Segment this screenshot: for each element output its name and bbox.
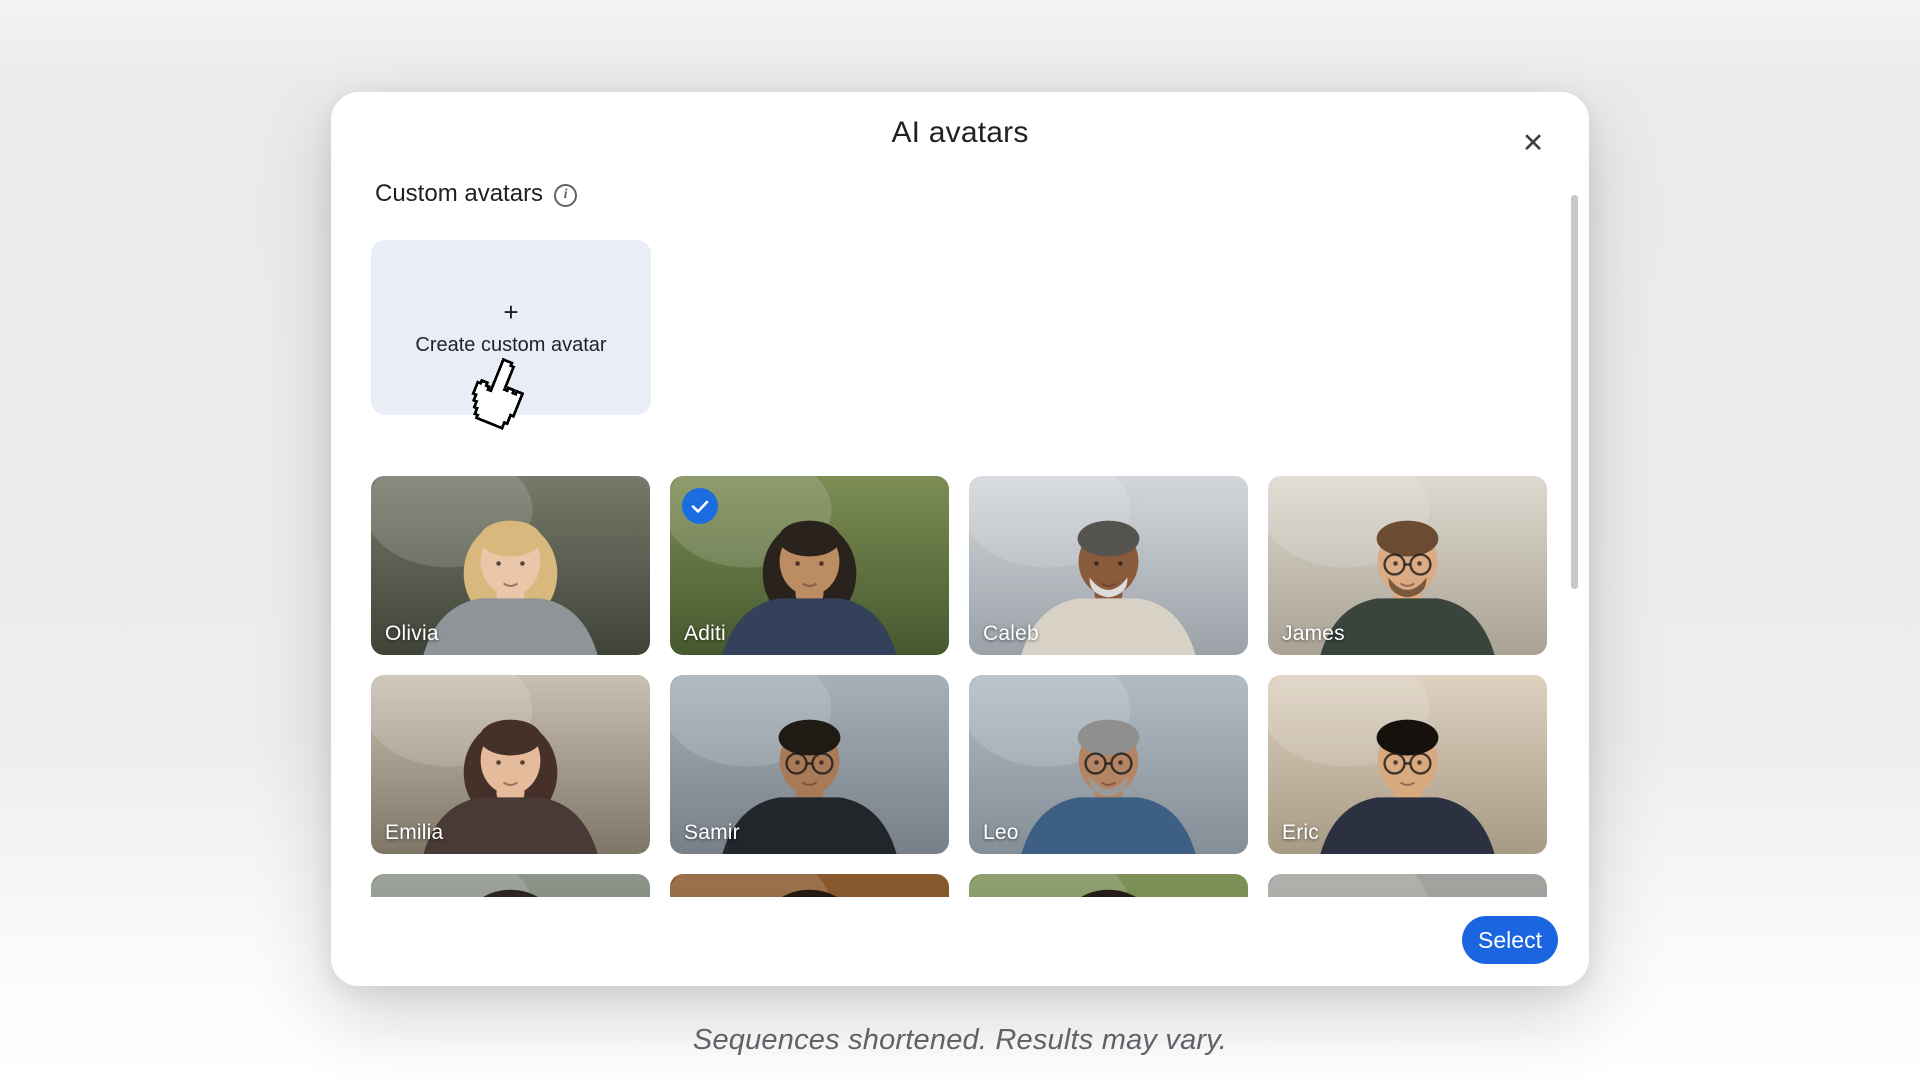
- avatar-tile-emilia[interactable]: Emilia: [371, 675, 650, 854]
- dialog-body: Custom avatars i + Create custom avatar …: [331, 92, 1589, 897]
- hand-cursor-icon: [469, 356, 527, 430]
- avatar-photo: [969, 874, 1248, 897]
- avatar-name-label: James: [1282, 622, 1345, 646]
- avatar-name-label: Aditi: [684, 622, 726, 646]
- select-button[interactable]: Select: [1462, 916, 1558, 964]
- dialog-footer: Select: [331, 897, 1589, 986]
- avatar-photo: [670, 874, 949, 897]
- page-background: AI avatars ✕ Custom avatars i + Create c…: [0, 0, 1920, 1080]
- avatar-tile-partial[interactable]: [969, 874, 1248, 897]
- avatar-tile-partial[interactable]: [371, 874, 650, 897]
- avatar-name-label: Olivia: [385, 622, 439, 646]
- avatar-tile-samir[interactable]: Samir: [670, 675, 949, 854]
- ai-avatars-dialog: AI avatars ✕ Custom avatars i + Create c…: [331, 92, 1589, 986]
- avatar-tile-james[interactable]: James: [1268, 476, 1547, 655]
- avatar-name-label: Caleb: [983, 622, 1039, 646]
- custom-avatars-heading: Custom avatars: [375, 180, 543, 208]
- plus-icon: +: [503, 299, 518, 325]
- avatar-tile-aditi[interactable]: Aditi: [670, 476, 949, 655]
- info-icon[interactable]: i: [554, 184, 577, 207]
- caption-text: Sequences shortened. Results may vary.: [0, 1024, 1920, 1057]
- avatar-grid: Olivia Aditi Caleb James Emilia Samir Leo Eric: [371, 476, 1547, 897]
- avatar-name-label: Samir: [684, 821, 740, 845]
- avatar-name-label: Emilia: [385, 821, 443, 845]
- avatar-photo: [1268, 874, 1547, 897]
- dialog-scrollbar[interactable]: [1571, 195, 1578, 589]
- selected-check-icon: [682, 488, 718, 524]
- avatar-tile-caleb[interactable]: Caleb: [969, 476, 1248, 655]
- avatar-tile-leo[interactable]: Leo: [969, 675, 1248, 854]
- avatar-name-label: Leo: [983, 821, 1019, 845]
- avatar-tile-partial[interactable]: [1268, 874, 1547, 897]
- create-custom-avatar-label: Create custom avatar: [415, 334, 606, 357]
- avatar-photo: [371, 874, 650, 897]
- avatar-tile-olivia[interactable]: Olivia: [371, 476, 650, 655]
- avatar-tile-eric[interactable]: Eric: [1268, 675, 1547, 854]
- avatar-tile-partial[interactable]: [670, 874, 949, 897]
- custom-avatars-section-header: Custom avatars i: [375, 180, 577, 208]
- avatar-name-label: Eric: [1282, 821, 1319, 845]
